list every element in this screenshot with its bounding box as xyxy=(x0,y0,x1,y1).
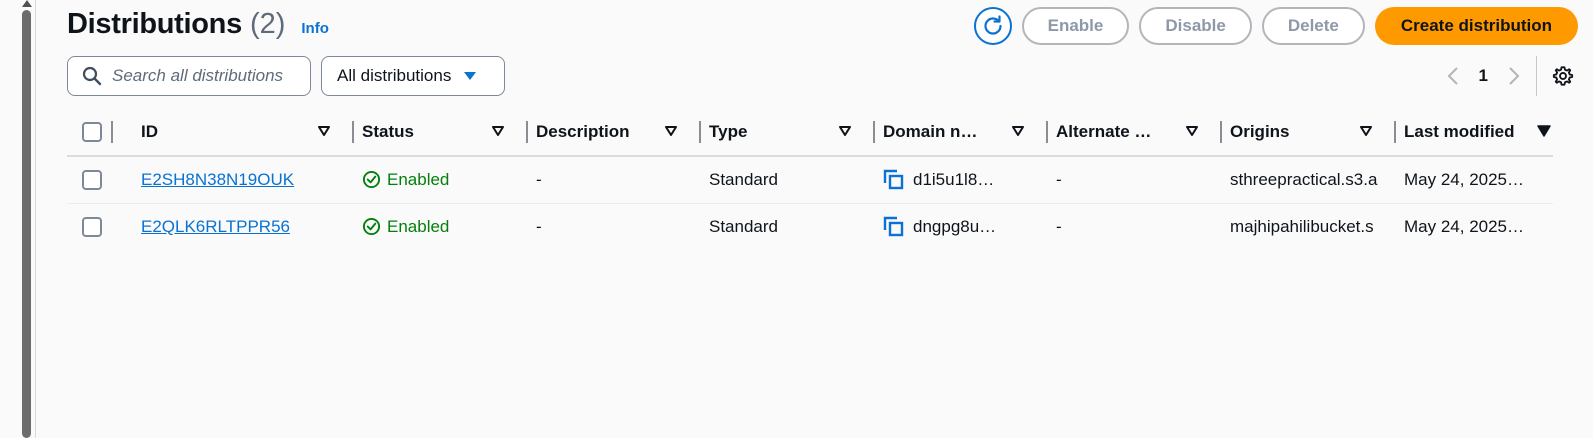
alternate-domain-cell: - xyxy=(1056,169,1062,189)
distributions-table: ID Status Description Type Domain n… Alt… xyxy=(67,108,1553,250)
distributions-page: Distributions (2) Info Enable Disable De… xyxy=(37,0,1593,438)
row-select-checkbox[interactable] xyxy=(82,216,102,237)
domain-name-cell: d1i5u1l8… xyxy=(875,169,1048,190)
header: Distributions (2) Info xyxy=(67,8,329,44)
select-all-checkbox[interactable] xyxy=(82,121,102,142)
column-label: Status xyxy=(362,121,414,141)
description-cell: - xyxy=(536,216,542,236)
page-scrollbar[interactable] xyxy=(0,0,36,438)
column-label: ID xyxy=(141,121,158,141)
column-header-origins[interactable]: Origins xyxy=(1222,108,1396,157)
column-label: Type xyxy=(709,121,748,141)
table-header-row: ID Status Description Type Domain n… Alt… xyxy=(67,108,1553,157)
distribution-id-link[interactable]: E2SH8N38N19OUK xyxy=(141,170,294,189)
previous-page-button[interactable] xyxy=(1441,66,1465,86)
scrollbar-thumb[interactable] xyxy=(22,10,31,438)
pagination-divider xyxy=(1536,56,1537,96)
last-modified-cell: May 24, 2025… xyxy=(1404,169,1525,189)
description-cell: - xyxy=(536,169,542,189)
column-label: Description xyxy=(536,121,630,141)
chevron-right-icon xyxy=(1509,67,1520,85)
column-separator xyxy=(111,121,113,143)
row-select-checkbox[interactable] xyxy=(82,169,102,190)
header-actions: Enable Disable Delete Create distributio… xyxy=(973,7,1578,45)
status-label: Enabled xyxy=(387,216,450,236)
check-circle-icon xyxy=(362,218,381,236)
column-header-status[interactable]: Status xyxy=(354,108,528,157)
current-page-number[interactable]: 1 xyxy=(1479,66,1488,86)
copy-icon xyxy=(883,170,904,190)
status-indicator: Enabled xyxy=(354,170,528,190)
check-circle-icon xyxy=(362,171,381,189)
pagination: 1 xyxy=(1441,56,1575,96)
page-title: Distributions xyxy=(67,8,242,40)
search-icon xyxy=(82,66,102,86)
status-label: Enabled xyxy=(387,169,450,189)
filter-selected-value: All distributions xyxy=(337,66,452,85)
refresh-icon xyxy=(984,15,1002,35)
sort-descending-icon xyxy=(1537,125,1551,137)
sort-icon xyxy=(665,126,677,136)
domain-name-cell: dngpg8u… xyxy=(875,216,1048,237)
scroll-up-arrow-icon[interactable] xyxy=(22,0,32,7)
sort-icon xyxy=(1012,126,1024,136)
last-modified-cell: May 24, 2025… xyxy=(1404,216,1525,236)
table-row[interactable]: E2SH8N38N19OUK Enabled - Standard d1i5u1… xyxy=(67,156,1553,204)
distribution-count: (2) xyxy=(249,8,286,40)
enable-button[interactable]: Enable xyxy=(1021,7,1130,45)
column-label: Last modified xyxy=(1404,121,1515,141)
alternate-domain-cell: - xyxy=(1056,216,1062,236)
sort-icon xyxy=(492,126,504,136)
sort-icon xyxy=(839,126,851,136)
distribution-id-link[interactable]: E2QLK6RLTPPR56 xyxy=(141,217,290,236)
search-input[interactable] xyxy=(112,66,302,86)
gear-icon xyxy=(1552,66,1574,86)
copy-button[interactable] xyxy=(883,169,904,190)
table-preferences-button[interactable] xyxy=(1551,65,1575,87)
disable-button[interactable]: Disable xyxy=(1139,7,1252,45)
next-page-button[interactable] xyxy=(1502,66,1526,86)
select-all-header xyxy=(67,108,133,157)
column-header-alternate-domain[interactable]: Alternate … xyxy=(1048,108,1222,157)
origins-cell: majhipahilibucket.s xyxy=(1230,216,1374,236)
copy-icon xyxy=(883,217,904,237)
status-indicator: Enabled xyxy=(354,217,528,237)
column-header-description[interactable]: Description xyxy=(528,108,701,157)
column-label: Domain n… xyxy=(883,121,978,141)
domain-name-value: d1i5u1l8… xyxy=(913,169,995,189)
sort-icon xyxy=(318,126,330,136)
create-distribution-button[interactable]: Create distribution xyxy=(1374,7,1578,45)
sort-icon xyxy=(1186,126,1198,136)
search-field[interactable] xyxy=(67,56,311,96)
type-cell: Standard xyxy=(709,169,778,189)
type-cell: Standard xyxy=(709,216,778,236)
column-header-last-modified[interactable]: Last modified xyxy=(1396,108,1553,157)
info-link[interactable]: Info xyxy=(301,20,329,37)
caret-down-icon xyxy=(464,72,477,80)
column-label: Origins xyxy=(1230,121,1290,141)
sort-icon xyxy=(1360,126,1372,136)
column-label: Alternate … xyxy=(1056,121,1152,141)
refresh-button[interactable] xyxy=(973,7,1012,45)
column-header-domain-name[interactable]: Domain n… xyxy=(875,108,1048,157)
distribution-filter-select[interactable]: All distributions xyxy=(321,56,505,96)
table-row[interactable]: E2QLK6RLTPPR56 Enabled - Standard dngpg8… xyxy=(67,203,1553,250)
domain-name-value: dngpg8u… xyxy=(913,216,997,236)
origins-cell: sthreepractical.s3.a xyxy=(1230,169,1378,189)
delete-button[interactable]: Delete xyxy=(1261,7,1365,45)
copy-button[interactable] xyxy=(883,216,904,237)
column-header-id[interactable]: ID xyxy=(133,108,354,157)
chevron-left-icon xyxy=(1447,67,1458,85)
column-header-type[interactable]: Type xyxy=(701,108,875,157)
